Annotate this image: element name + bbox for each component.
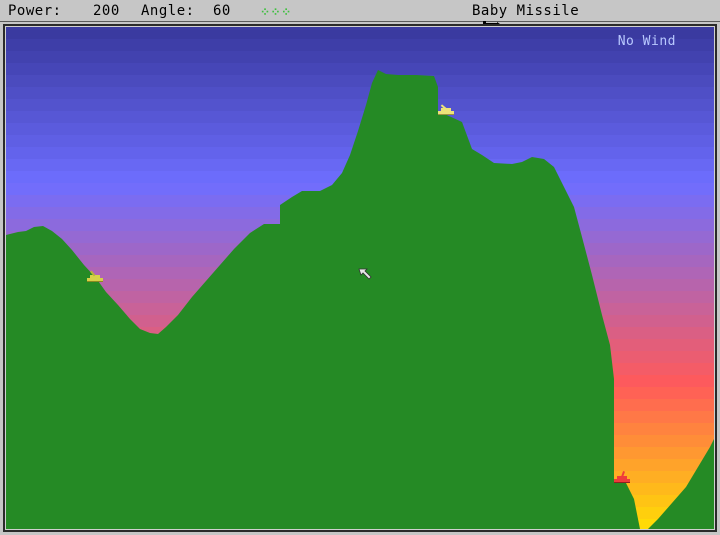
angle-label: Angle: xyxy=(141,3,195,19)
sky-band xyxy=(6,63,714,76)
player-name: ⁘⁘⁘ xyxy=(260,5,292,19)
sky-band xyxy=(6,87,714,100)
enemy-tank-right xyxy=(612,469,632,483)
sky-band xyxy=(6,51,714,64)
playfield[interactable]: No Wind xyxy=(6,27,714,529)
sky-band xyxy=(6,75,714,88)
status-bar: Power: 200 Angle: 60 ⁘⁘⁘ Baby Missile xyxy=(0,0,720,27)
mouse-cursor-icon xyxy=(358,265,372,280)
sky-band xyxy=(6,99,714,112)
weapon-name[interactable]: Baby Missile xyxy=(472,4,579,18)
wind-indicator: No Wind xyxy=(617,34,676,49)
angle-value[interactable]: 60 xyxy=(213,4,231,18)
power-label: Power: xyxy=(8,3,62,19)
player-tank[interactable] xyxy=(85,268,105,282)
power-value[interactable]: 200 xyxy=(93,4,120,18)
sky-band xyxy=(6,111,714,124)
sky-band xyxy=(6,39,714,52)
enemy-tank-top xyxy=(436,101,456,115)
sky-band xyxy=(6,27,714,40)
